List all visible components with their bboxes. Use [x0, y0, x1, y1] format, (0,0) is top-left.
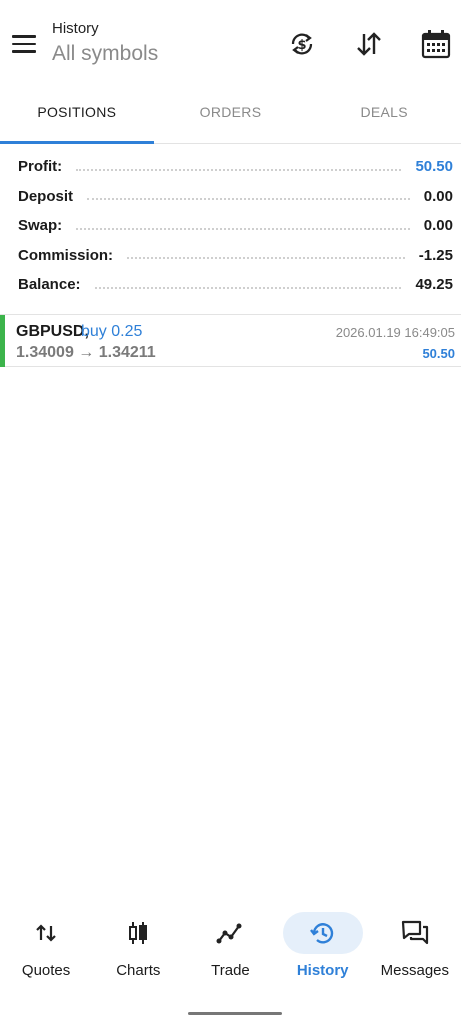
app-header: History All symbols $: [0, 0, 461, 90]
summary-value: 49.25: [415, 276, 453, 294]
summary-row-commission: Commission: -1.25: [0, 241, 461, 271]
dotted-leader: [127, 257, 405, 260]
buy-indicator-bar: [0, 315, 5, 367]
calendar-icon[interactable]: [420, 28, 452, 60]
symbol-filter: All symbols: [52, 42, 159, 65]
nav-label: Messages: [380, 962, 450, 979]
charts-icon: [98, 912, 178, 954]
position-time: 2026.01.19 16:49:05: [335, 325, 455, 340]
position-row[interactable]: GBPUSD, buy 0.25 1.34009 → 1.34211 2026.…: [0, 314, 461, 367]
nav-messages[interactable]: Messages: [370, 912, 460, 992]
position-symbol: GBPUSD,: [16, 323, 89, 340]
summary-value: 0.00: [423, 217, 453, 235]
summary-label: Profit:: [18, 158, 63, 176]
home-indicator[interactable]: [188, 1012, 282, 1015]
dotted-leader: [76, 168, 402, 171]
summary-value: 50.50: [415, 158, 453, 176]
menu-icon[interactable]: [12, 30, 40, 58]
summary-label: Commission:: [18, 246, 114, 264]
nav-label: History: [296, 962, 349, 979]
summary-row-deposit: Deposit 0.00: [0, 182, 461, 212]
account-summary: Profit: 50.50 Deposit 0.00 Swap: 0.00 Co…: [0, 152, 461, 300]
history-icon: [282, 912, 363, 954]
summary-label: Swap:: [18, 217, 63, 235]
tab-positions[interactable]: POSITIONS: [0, 92, 154, 144]
tab-orders[interactable]: ORDERS: [154, 92, 308, 143]
dotted-leader: [94, 286, 402, 289]
nav-label: Quotes: [21, 962, 71, 979]
sort-icon[interactable]: [353, 28, 385, 60]
quotes-icon: [6, 912, 86, 954]
summary-value: -1.25: [418, 246, 453, 264]
summary-row-balance: Balance: 49.25: [0, 270, 461, 300]
position-profit: 50.50: [422, 346, 455, 361]
summary-value: 0.00: [423, 187, 453, 205]
tab-deals[interactable]: DEALS: [307, 92, 461, 143]
messages-icon: [375, 912, 455, 954]
nav-trade[interactable]: Trade: [185, 912, 275, 992]
dotted-leader: [87, 198, 410, 201]
nav-quotes[interactable]: Quotes: [1, 912, 91, 992]
nav-label: Charts: [116, 962, 161, 979]
nav-label: Trade: [211, 962, 250, 979]
trade-icon: [190, 912, 270, 954]
nav-charts[interactable]: Charts: [93, 912, 183, 992]
summary-label: Deposit: [18, 187, 74, 205]
currency-exchange-icon[interactable]: $: [286, 28, 318, 60]
summary-label: Balance:: [18, 276, 81, 294]
nav-history[interactable]: History: [278, 912, 368, 992]
bottom-navigation: Quotes Charts Trade History Messages: [0, 912, 461, 992]
summary-row-profit: Profit: 50.50: [0, 152, 461, 182]
svg-text:$: $: [297, 38, 306, 53]
dotted-leader: [76, 227, 410, 230]
summary-row-swap: Swap: 0.00: [0, 211, 461, 241]
title-block[interactable]: History All symbols: [52, 20, 158, 66]
position-trade: buy 0.25: [81, 323, 143, 340]
position-prices: 1.34009 → 1.34211: [16, 344, 156, 361]
history-tabs: POSITIONS ORDERS DEALS: [0, 92, 461, 144]
page-title: History: [52, 20, 99, 37]
